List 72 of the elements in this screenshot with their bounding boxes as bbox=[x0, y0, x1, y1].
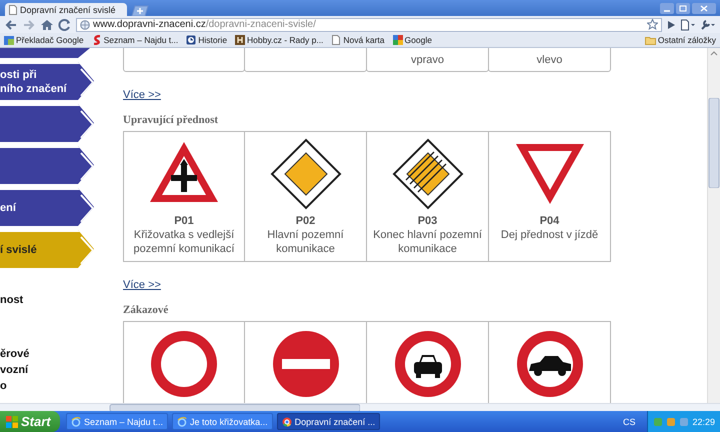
chevron-icon bbox=[80, 152, 94, 180]
sign-caption: vpravo bbox=[410, 53, 446, 67]
page-icon bbox=[9, 4, 17, 14]
sign-code: P02 bbox=[296, 214, 316, 228]
close-button[interactable] bbox=[692, 2, 716, 14]
nav-arrow-item[interactable]: í svislé bbox=[0, 230, 94, 268]
page-icon bbox=[331, 35, 342, 45]
e-logo-icon bbox=[177, 416, 188, 426]
star-icon[interactable] bbox=[647, 19, 658, 30]
sign-caption: vlevo bbox=[536, 53, 564, 67]
more-link[interactable]: Více >> bbox=[123, 278, 161, 292]
diamond-sign-icon bbox=[270, 138, 342, 210]
sign-code: P03 bbox=[418, 214, 438, 228]
section-heading: Zákazové bbox=[123, 303, 170, 317]
translate-icon bbox=[4, 35, 14, 45]
ring-sign-icon bbox=[148, 328, 220, 400]
sign-caption: Hlavní pozemní komunikace bbox=[266, 228, 345, 256]
nav-link[interactable]: nost bbox=[0, 292, 24, 308]
taskbar-button[interactable]: Seznam – Najdu t... bbox=[66, 413, 168, 430]
sign-code: P01 bbox=[174, 214, 194, 228]
bookmark-folder[interactable]: Ostatní záložky bbox=[644, 35, 716, 45]
browser-tab[interactable]: Dopravní značení svislé bbox=[5, 3, 127, 16]
chevron-icon bbox=[80, 68, 94, 96]
home-icon[interactable] bbox=[40, 18, 54, 30]
sign-caption: Křižovatka s vedlejší pozemní komunikací bbox=[132, 228, 236, 256]
section-heading: Upravující přednost bbox=[123, 113, 220, 127]
chevron-icon bbox=[80, 236, 94, 264]
taskbar-button[interactable]: Dopravní značení ... bbox=[276, 413, 380, 430]
url-text: www.dopravni-znaceni.cz/dopravni-znaceni-svisle/ bbox=[93, 19, 316, 30]
restore-button[interactable] bbox=[676, 2, 690, 14]
nav-arrow-item[interactable]: ení bbox=[0, 188, 94, 226]
bookmark-item[interactable]: Nová karta bbox=[331, 35, 385, 45]
scrollbar-thumb[interactable] bbox=[708, 98, 720, 188]
play-icon[interactable] bbox=[666, 20, 676, 30]
new-tab-button[interactable] bbox=[131, 5, 149, 16]
e-logo-icon bbox=[71, 416, 81, 426]
sign-caption: Konec hlavní pozemní komunikace bbox=[372, 228, 483, 256]
globe-icon bbox=[80, 20, 90, 30]
s-logo-icon bbox=[92, 35, 102, 45]
bookmark-item[interactable]: Historie bbox=[186, 35, 228, 45]
nav-link[interactable]: ěrové bbox=[0, 346, 30, 362]
page-menu-icon[interactable] bbox=[680, 18, 696, 30]
address-bar[interactable]: www.dopravni-znaceni.cz/dopravni-znaceni-svisle/ bbox=[76, 18, 662, 32]
reload-icon[interactable] bbox=[58, 18, 72, 30]
bookmark-item[interactable]: Překladač Google bbox=[4, 35, 84, 45]
minimize-button[interactable] bbox=[660, 2, 674, 14]
chevron-icon bbox=[80, 110, 94, 138]
bookmark-item[interactable]: Seznam – Najdu t... bbox=[92, 35, 178, 45]
back-icon[interactable] bbox=[4, 18, 18, 30]
language-indicator[interactable]: CS bbox=[622, 416, 636, 426]
h-logo-icon bbox=[235, 35, 246, 45]
more-link[interactable]: Více >> bbox=[123, 88, 161, 102]
browser-logo-icon bbox=[282, 416, 292, 426]
sign-caption: Dej přednost v jízdě bbox=[500, 228, 600, 242]
wrench-icon[interactable] bbox=[700, 18, 716, 30]
nav-link[interactable]: o bbox=[0, 378, 7, 394]
sign-code: P04 bbox=[540, 214, 560, 228]
nav-arrow-item[interactable]: osti při ního značení bbox=[0, 62, 94, 100]
taskbar-button[interactable]: Je toto křižovatka... bbox=[172, 413, 273, 430]
bookmark-item[interactable]: Hobby.cz - Rady p... bbox=[235, 35, 324, 45]
folder-icon bbox=[644, 36, 656, 44]
start-button[interactable]: Start bbox=[0, 411, 60, 432]
clock: 22:29 bbox=[692, 416, 715, 426]
clock-icon bbox=[186, 35, 196, 45]
bookmark-item[interactable]: Google bbox=[392, 35, 432, 45]
chevron-icon bbox=[80, 194, 94, 222]
nav-link[interactable]: vozní bbox=[0, 362, 28, 378]
striped-diamond-sign-icon bbox=[392, 138, 464, 210]
windows-logo-icon bbox=[6, 416, 18, 428]
nav-arrow-item[interactable] bbox=[0, 146, 94, 184]
nav-arrow-item[interactable] bbox=[0, 104, 94, 142]
tiles-icon bbox=[392, 35, 403, 45]
